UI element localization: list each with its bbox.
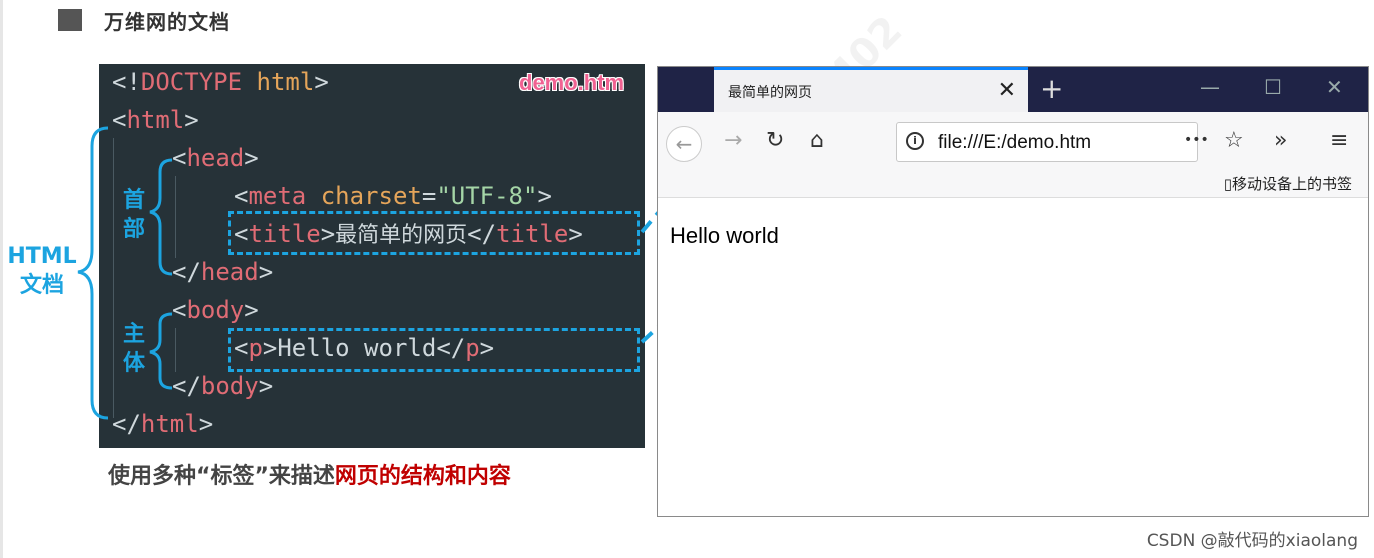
code-token: <: [112, 106, 127, 134]
code-token: >: [198, 410, 214, 438]
section-marker: [58, 9, 82, 31]
code-token: html: [126, 106, 185, 134]
code-token: >: [314, 68, 329, 96]
code-line-meta: <meta charset="UTF-8">: [234, 182, 552, 210]
code-filename: demo.htm: [519, 70, 625, 95]
indent-guide: [175, 328, 176, 372]
info-icon[interactable]: i: [906, 132, 924, 150]
mobile-phone-icon: ▯: [1223, 175, 1232, 193]
credit-text: CSDN @敲代码的xiaolang: [1146, 531, 1358, 551]
menu-icon[interactable]: ≡: [1330, 128, 1348, 153]
code-token: DOCTYPE: [140, 68, 243, 96]
code-token: html: [242, 68, 315, 96]
code-token: <: [234, 182, 249, 210]
code-token: "UTF-8": [436, 182, 538, 210]
code-line-body-close: </body>: [172, 372, 273, 400]
maximize-button[interactable]: ☐: [1264, 75, 1282, 99]
code-token: html: [140, 410, 199, 438]
caption: 使用多种“标签”来描述网页的结构和内容: [108, 458, 511, 490]
code-line-doctype: <!DOCTYPE html>: [112, 68, 329, 96]
code-token: >: [258, 258, 274, 286]
head-label: 首 部: [122, 188, 145, 242]
browser-tab[interactable]: 最简单的网页 ✕: [714, 67, 1028, 112]
page-actions-button[interactable]: •••: [1184, 132, 1209, 148]
code-token: >: [244, 144, 259, 172]
page-content-text: Hello world: [670, 223, 779, 248]
code-line-head-close: </head>: [172, 258, 273, 286]
reload-button[interactable]: ↻: [766, 128, 784, 153]
code-token: body: [200, 372, 259, 400]
bookmark-star-icon[interactable]: ☆: [1224, 128, 1244, 153]
forward-button[interactable]: →: [724, 128, 742, 153]
code-token: >: [258, 372, 274, 400]
code-token: =: [421, 182, 437, 210]
code-token: >: [184, 106, 199, 134]
paragraph-highlight-box: [228, 328, 640, 372]
code-token: charset: [320, 182, 422, 210]
home-button[interactable]: ⌂: [810, 128, 824, 153]
code-token: head: [186, 144, 245, 172]
code-token: >: [244, 296, 259, 324]
tab-close-icon[interactable]: ✕: [998, 78, 1016, 103]
close-window-button[interactable]: ✕: [1326, 75, 1343, 99]
mobile-bookmarks-label: 移动设备上的书签: [1231, 175, 1352, 193]
code-line-head-open: <head>: [172, 144, 259, 172]
code-token: </: [172, 372, 201, 400]
code-line-html-close: </html>: [112, 410, 213, 438]
section-title: 万维网的文档: [104, 10, 230, 34]
overflow-chevron-icon[interactable]: »: [1274, 128, 1287, 153]
code-token: </: [112, 410, 141, 438]
code-line-html-open: <html>: [112, 106, 199, 134]
left-border: [0, 0, 3, 558]
body-label: 主 体: [122, 322, 145, 376]
minimize-button[interactable]: —: [1200, 75, 1220, 99]
code-token: body: [186, 296, 245, 324]
tab-title: 最简单的网页: [728, 85, 812, 101]
code-token: <!: [112, 68, 141, 96]
new-tab-button[interactable]: +: [1040, 72, 1063, 105]
back-button[interactable]: ←: [666, 126, 702, 162]
browser-window: 最简单的网页 ✕ + — ☐ ✕ ← → ↻ ⌂ i file:///E:/de…: [657, 66, 1369, 517]
html-document-label: HTML 文档: [7, 244, 77, 298]
url-text[interactable]: file:///E:/demo.htm: [938, 132, 1091, 154]
caption-normal: 使用多种“标签”来描述: [108, 464, 335, 489]
title-highlight-box: [228, 211, 640, 255]
code-token: </: [172, 258, 201, 286]
code-token: head: [200, 258, 259, 286]
indent-guide: [175, 176, 176, 258]
tab-bar: 最简单的网页 ✕ + — ☐ ✕: [658, 67, 1368, 112]
caption-highlight: 网页的结构和内容: [334, 464, 511, 489]
code-token: <: [172, 144, 187, 172]
mobile-bookmarks[interactable]: ▯移动设备上的书签: [1224, 173, 1352, 194]
code-token: meta: [248, 182, 307, 210]
code-token: >: [537, 182, 552, 210]
code-line-body-open: <body>: [172, 296, 259, 324]
indent-guide: [113, 138, 114, 418]
url-bar[interactable]: i file:///E:/demo.htm: [896, 122, 1198, 162]
code-token: <: [172, 296, 187, 324]
